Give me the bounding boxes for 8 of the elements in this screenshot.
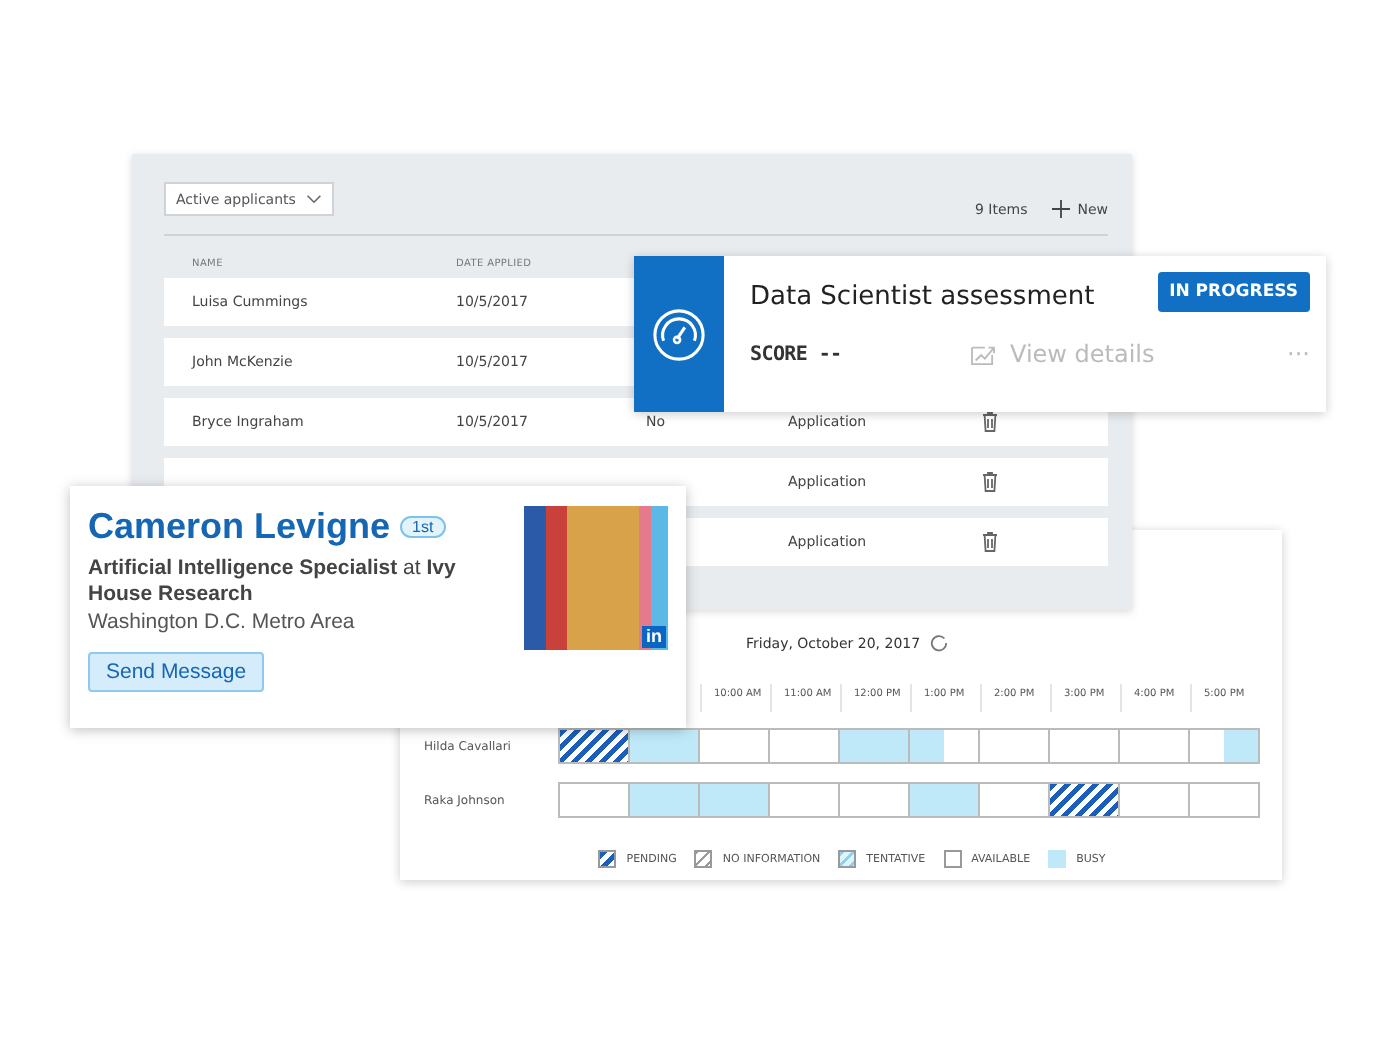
profile-headline: Artificial Intelligence Specialist at Ivy House Research <box>88 556 458 608</box>
network-badge: in <box>642 626 666 648</box>
profile-name: Cameron Levigne <box>88 506 391 548</box>
profile-location: Washington D.C. Metro Area <box>88 610 355 634</box>
assessment-title: Data Scientist assessment <box>750 281 1097 311</box>
score-text: SCORE -- <box>750 343 844 365</box>
connection-badge: 1st <box>400 516 446 538</box>
status-badge: IN PROGRESS <box>1157 272 1310 312</box>
